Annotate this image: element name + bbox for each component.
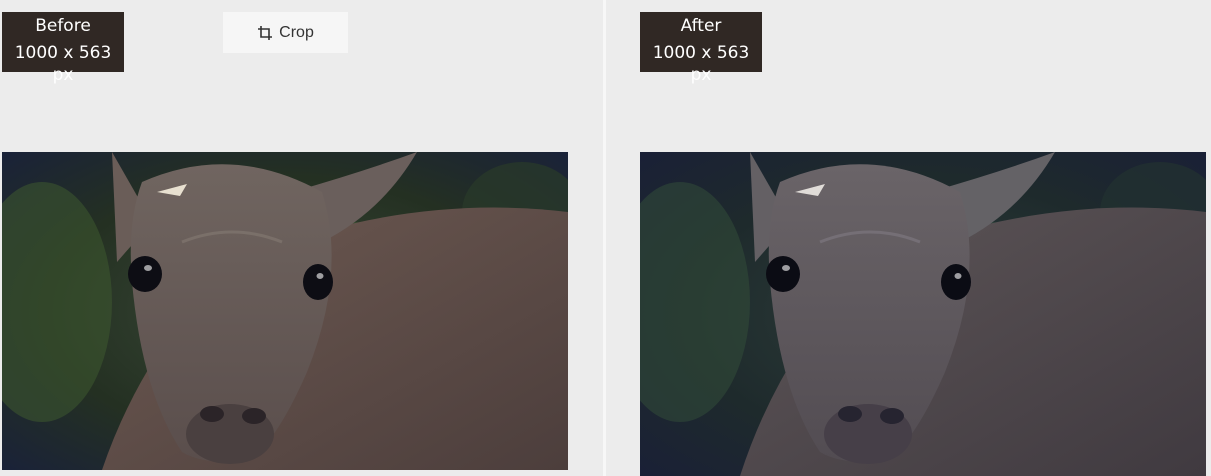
crop-label: Crop (279, 23, 314, 41)
before-title: Before (35, 16, 91, 36)
after-info-badge: After 1000 x 563 px (640, 12, 762, 85)
before-info-badge: Before 1000 x 563 px (2, 12, 124, 85)
image-comparison-view: Before 1000 x 563 px Crop After 1000 x 5… (0, 0, 1211, 476)
after-panel: After 1000 x 563 px (606, 0, 1211, 476)
after-dimensions: 1000 x 563 px (652, 43, 750, 85)
before-dimensions: 1000 x 563 px (14, 43, 112, 85)
crop-button[interactable]: Crop (223, 12, 348, 53)
after-image (640, 152, 1206, 476)
after-title: After (680, 16, 722, 36)
before-image (2, 152, 568, 470)
before-panel: Before 1000 x 563 px Crop (0, 0, 603, 476)
crop-icon (257, 25, 273, 41)
